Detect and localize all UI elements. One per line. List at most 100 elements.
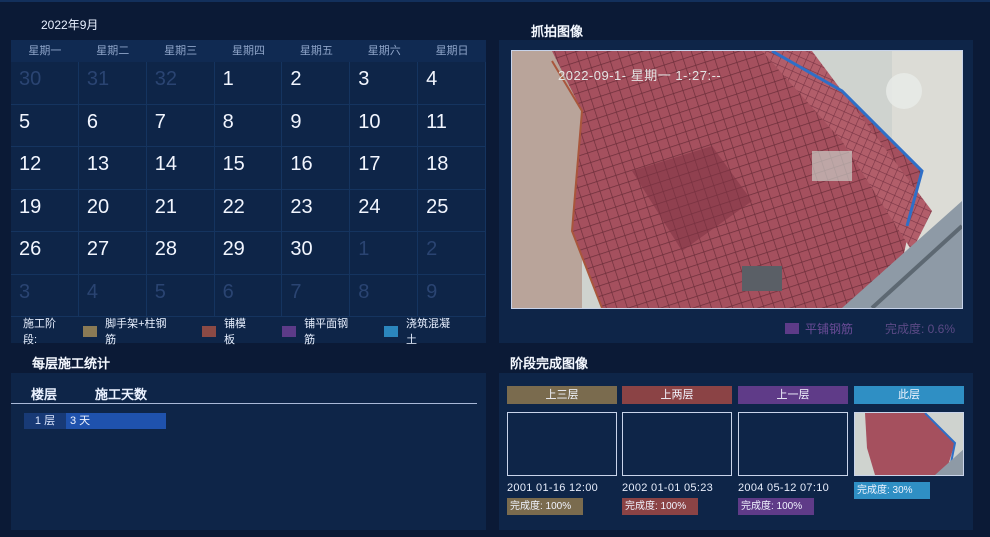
- calendar-day[interactable]: 5: [11, 104, 79, 147]
- legend-item-scaffold: 脚手架+柱钢筋: [83, 315, 176, 347]
- calendar-day[interactable]: 5: [146, 274, 215, 317]
- legend-swatch: [83, 325, 98, 337]
- calendar-day[interactable]: 14: [146, 147, 215, 190]
- calendar-day[interactable]: 22: [214, 189, 283, 232]
- phase-swatch: [784, 323, 799, 334]
- col-floor-header: 楼层: [31, 387, 58, 402]
- legend-lead: 施工阶段:: [23, 318, 56, 346]
- calendar-day[interactable]: 1: [350, 232, 419, 275]
- calendar-weekday-header: 星期一 星期二 星期三 星期四 星期五 星期六 星期日: [11, 40, 486, 62]
- stage-time: 2001 01-16 12:00: [507, 482, 599, 494]
- calendar-day[interactable]: 26: [11, 232, 79, 275]
- calendar-day[interactable]: 6: [214, 274, 283, 317]
- calendar-day[interactable]: 20: [78, 189, 147, 232]
- legend-swatch: [282, 325, 297, 337]
- calendar-day[interactable]: 29: [214, 232, 283, 275]
- calendar-day[interactable]: 6: [78, 104, 147, 147]
- stage-image-empty: [738, 412, 848, 476]
- calendar-day[interactable]: 23: [282, 189, 351, 232]
- weekday-fri: 星期五: [299, 45, 333, 57]
- col-days-header: 施工天数: [95, 387, 148, 402]
- stage-label: 此层: [854, 386, 964, 404]
- aerial-thumb-photo: [855, 413, 963, 475]
- calendar-day[interactable]: 13: [78, 147, 147, 190]
- top-border: [0, 0, 990, 2]
- table-row[interactable]: 1 层 3 天: [24, 413, 166, 429]
- stage-item-current[interactable]: 此层 完成度: 30%: [854, 386, 964, 499]
- capture-status: 平铺钢筋 完成度: 0.6%: [784, 320, 955, 337]
- weekday-thu: 星期四: [231, 45, 265, 57]
- stage-item-up2[interactable]: 上两层 2002 01-01 05:23 完成度: 100%: [622, 386, 732, 515]
- stage-title: 阶段完成图像: [510, 356, 589, 371]
- stage-item-up3[interactable]: 上三层 2001 01-16 12:00 完成度: 100%: [507, 386, 617, 515]
- floor-stats-panel: 楼层 施工天数 1 层 3 天: [11, 373, 486, 530]
- stage-progress: 完成度: 100%: [622, 498, 698, 515]
- calendar-day[interactable]: 30: [11, 62, 79, 105]
- calendar-day[interactable]: 4: [78, 274, 147, 317]
- days-cell: 3 天: [66, 413, 166, 429]
- legend-item-formwork: 铺模板: [202, 315, 256, 347]
- weekday-tue: 星期二: [96, 45, 130, 57]
- weekday-sat: 星期六: [367, 45, 401, 57]
- calendar-day[interactable]: 4: [418, 62, 486, 105]
- legend-label: 铺模板: [224, 318, 247, 346]
- calendar-day[interactable]: 3: [350, 62, 419, 105]
- stage-item-up1[interactable]: 上一层 2004 05-12 07:10 完成度: 100%: [738, 386, 848, 515]
- calendar-day[interactable]: 7: [282, 274, 351, 317]
- legend-item-concrete: 浇筑混凝土: [384, 315, 460, 347]
- calendar-day[interactable]: 2: [282, 62, 351, 105]
- weekday-mon: 星期一: [28, 45, 62, 57]
- stage-label: 上两层: [622, 386, 732, 404]
- legend-label: 浇筑混凝土: [405, 318, 450, 346]
- stage-image-empty: [622, 412, 732, 476]
- stage-progress: 完成度: 100%: [507, 498, 583, 515]
- legend-item-rebar: 铺平面钢筋: [282, 315, 358, 347]
- stage-progress: 完成度: 30%: [854, 482, 930, 499]
- calendar-day[interactable]: 16: [282, 147, 351, 190]
- calendar-day[interactable]: 1: [214, 62, 283, 105]
- stage-label: 上三层: [507, 386, 617, 404]
- calendar-day[interactable]: 27: [78, 232, 147, 275]
- calendar-day[interactable]: 9: [418, 274, 486, 317]
- calendar-month: 2022年9月: [41, 18, 99, 32]
- calendar-day[interactable]: 12: [11, 147, 79, 190]
- capture-image[interactable]: 2022-09-1- 星期一 1-:27:--: [511, 50, 963, 309]
- aerial-site-photo: [512, 51, 962, 308]
- floor-stats-header: 楼层 施工天数: [11, 377, 477, 404]
- calendar-day[interactable]: 7: [146, 104, 215, 147]
- stage-label: 上一层: [738, 386, 848, 404]
- calendar-day[interactable]: 19: [11, 189, 79, 232]
- calendar-day[interactable]: 17: [350, 147, 419, 190]
- calendar-day[interactable]: 8: [214, 104, 283, 147]
- stage-image-thumbnail: [854, 412, 964, 476]
- calendar-day[interactable]: 2: [418, 232, 486, 275]
- capture-phase: 平铺钢筋: [804, 322, 853, 336]
- phase-legend: 施工阶段: 脚手架+柱钢筋 铺模板 铺平面钢筋 浇筑混凝土: [11, 318, 486, 346]
- calendar-day[interactable]: 18: [418, 147, 486, 190]
- legend-swatch: [384, 325, 398, 337]
- capture-panel: 2022-09-1- 星期一 1-:27:-- 平铺钢筋 完成度: 0.6%: [499, 40, 973, 343]
- floor-cell: 1 层: [24, 413, 66, 429]
- calendar-day[interactable]: 30: [282, 232, 351, 275]
- calendar-day[interactable]: 11: [418, 104, 486, 147]
- calendar-day[interactable]: 9: [282, 104, 351, 147]
- calendar-day[interactable]: 28: [146, 232, 215, 275]
- calendar-day[interactable]: 25: [418, 189, 486, 232]
- stage-time: 2004 05-12 07:10: [738, 482, 830, 494]
- calendar-day[interactable]: 21: [146, 189, 215, 232]
- capture-progress: 完成度: 0.6%: [884, 322, 955, 336]
- floor-stats-title: 每层施工统计: [32, 356, 111, 371]
- calendar-day[interactable]: 8: [350, 274, 419, 317]
- calendar-day-grid: 30 31 32 1 2 3 4 5 6 7 8 9 10 11 12 13 1…: [11, 62, 486, 317]
- calendar-day[interactable]: 10: [350, 104, 419, 147]
- calendar-day[interactable]: 32: [146, 62, 215, 105]
- calendar-day[interactable]: 15: [214, 147, 283, 190]
- calendar-day[interactable]: 31: [78, 62, 147, 105]
- calendar: 星期一 星期二 星期三 星期四 星期五 星期六 星期日 30 31 32 1 2…: [11, 40, 486, 346]
- calendar-day[interactable]: 24: [350, 189, 419, 232]
- legend-label: 铺平面钢筋: [304, 318, 349, 346]
- calendar-day[interactable]: 3: [11, 274, 79, 317]
- stage-panel: 上三层 2001 01-16 12:00 完成度: 100% 上两层 2002 …: [499, 373, 973, 530]
- stage-progress: 完成度: 100%: [738, 498, 814, 515]
- capture-timestamp: 2022-09-1- 星期一 1-:27:--: [558, 68, 722, 83]
